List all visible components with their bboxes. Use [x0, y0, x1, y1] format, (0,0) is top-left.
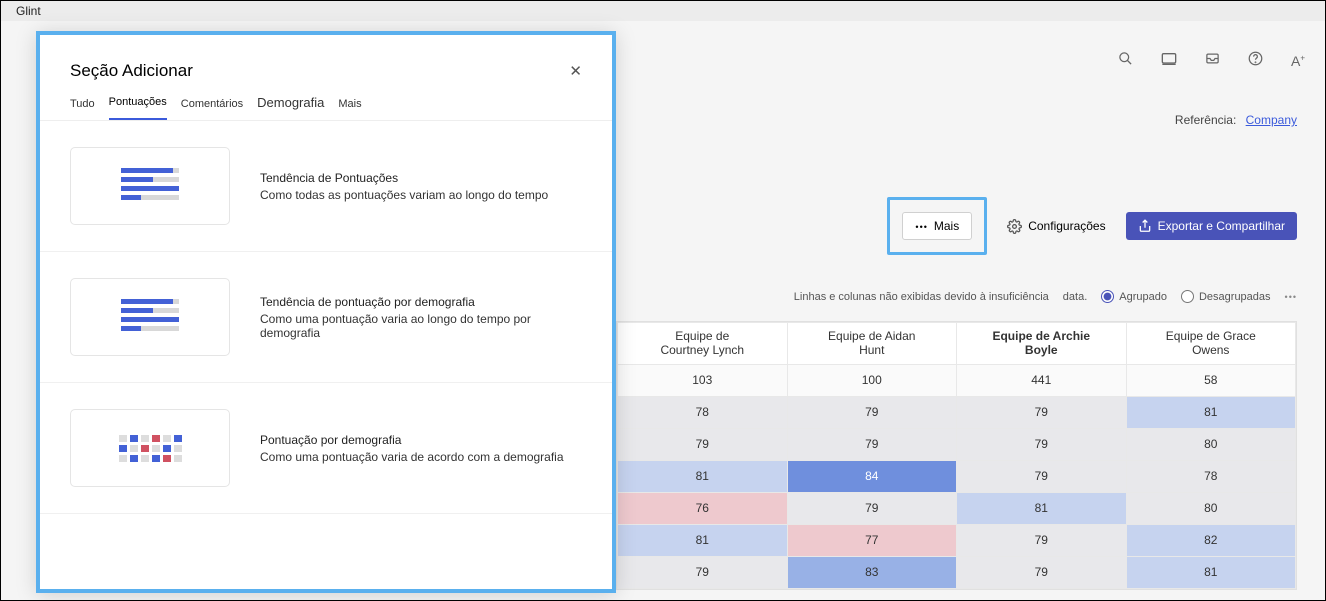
table-row: 78797981 — [618, 396, 1296, 428]
heatmap-cell[interactable]: 83 — [787, 556, 957, 588]
presentation-icon[interactable] — [1161, 52, 1177, 70]
section-option-score-by-demo[interactable]: Pontuação por demografia Como uma pontua… — [40, 383, 612, 514]
section-title: Tendência de pontuação por demografia — [260, 295, 582, 309]
more-button[interactable]: Mais — [902, 212, 972, 240]
modal-tabs: Tudo Pontuações Comentários Demografia M… — [40, 95, 612, 121]
share-icon — [1138, 219, 1152, 233]
help-icon[interactable] — [1248, 51, 1263, 70]
heatmap-cell[interactable]: 79 — [787, 492, 957, 524]
add-section-modal: Seção Adicionar ✕ Tudo Pontuações Coment… — [36, 31, 616, 593]
modal-title: Seção Adicionar — [70, 61, 193, 81]
app-title-bar: Glint — [1, 1, 1325, 21]
heatmap-cell[interactable]: 441 — [957, 364, 1127, 396]
app-title: Glint — [16, 4, 41, 18]
ellipsis-icon — [915, 219, 927, 233]
table-note-left: Linhas e colunas não exibidas devido à i… — [794, 291, 1049, 303]
section-option-score-trend-demo[interactable]: Tendência de pontuação por demografia Co… — [40, 252, 612, 383]
inbox-icon[interactable] — [1205, 51, 1220, 70]
table-row: 79837981 — [618, 556, 1296, 588]
more-button-highlight: Mais — [887, 197, 987, 255]
heatmap-cell[interactable]: 81 — [957, 492, 1127, 524]
heatmap-cell[interactable]: 79 — [787, 396, 957, 428]
table-row: 10310044158 — [618, 364, 1296, 396]
heatmap-cell[interactable]: 79 — [957, 524, 1127, 556]
table-controls: Linhas e colunas não exibidas devido à i… — [794, 290, 1297, 303]
table-row: 79797980 — [618, 428, 1296, 460]
heatmap-cell[interactable]: 77 — [787, 524, 957, 556]
table-row: 81847978 — [618, 460, 1296, 492]
column-header[interactable]: Equipe deCourtney Lynch — [618, 323, 788, 365]
heatmap-cell[interactable]: 103 — [618, 364, 788, 396]
thumb-score-trend — [70, 147, 230, 225]
column-header[interactable]: Equipe de ArchieBoyle — [957, 323, 1127, 365]
column-header[interactable]: Equipe de GraceOwens — [1126, 323, 1296, 365]
heatmap-cell[interactable]: 81 — [618, 460, 788, 492]
table-row: 81777982 — [618, 524, 1296, 556]
heatmap-cell[interactable]: 79 — [618, 556, 788, 588]
close-button[interactable]: ✕ — [569, 62, 582, 80]
settings-button[interactable]: Configurações — [995, 213, 1117, 240]
grouping-radios: Agrupado Desagrupadas — [1101, 290, 1270, 303]
heatmap-cell[interactable]: 79 — [957, 460, 1127, 492]
section-title: Tendência de Pontuações — [260, 171, 548, 185]
heatmap-cell[interactable]: 58 — [1126, 364, 1296, 396]
section-option-score-trend[interactable]: Tendência de Pontuações Como todas as po… — [40, 121, 612, 252]
tab-demography[interactable]: Demografia — [257, 95, 324, 120]
heatmap-cell[interactable]: 79 — [957, 428, 1127, 460]
table-row: 76798180 — [618, 492, 1296, 524]
radio-grouped[interactable]: Agrupado — [1101, 290, 1167, 303]
reference-label: Referência: — [1175, 113, 1236, 127]
heatmap-cell[interactable]: 81 — [1126, 556, 1296, 588]
thumb-score-trend-demo — [70, 278, 230, 356]
thumb-score-by-demo — [70, 409, 230, 487]
search-icon[interactable] — [1118, 51, 1133, 70]
heatmap-cell[interactable]: 78 — [618, 396, 788, 428]
font-size-icon[interactable]: A+ — [1291, 53, 1305, 69]
tab-all[interactable]: Tudo — [70, 98, 95, 120]
heatmap-cell[interactable]: 81 — [1126, 396, 1296, 428]
tab-comments[interactable]: Comentários — [181, 98, 243, 120]
heatmap-cell[interactable]: 84 — [787, 460, 957, 492]
heatmap-cell[interactable]: 82 — [1126, 524, 1296, 556]
gear-icon — [1007, 219, 1022, 234]
column-header[interactable]: Equipe de AidanHunt — [787, 323, 957, 365]
tab-more[interactable]: Mais — [338, 98, 361, 120]
heatmap-cell[interactable]: 79 — [618, 428, 788, 460]
section-title: Pontuação por demografia — [260, 433, 564, 447]
heatmap-cell[interactable]: 79 — [787, 428, 957, 460]
report-toolbar: Mais Configurações Exportar e Compartilh… — [887, 197, 1297, 255]
radio-ungrouped[interactable]: Desagrupadas — [1181, 290, 1271, 303]
modal-header: Seção Adicionar ✕ — [40, 35, 612, 95]
table-more-icon[interactable] — [1285, 291, 1297, 303]
export-share-button[interactable]: Exportar e Compartilhar — [1126, 212, 1297, 240]
heatmap-cell[interactable]: 80 — [1126, 492, 1296, 524]
reference-link[interactable]: Company — [1246, 113, 1297, 127]
tab-scores[interactable]: Pontuações — [109, 96, 167, 120]
heatmap-cell[interactable]: 100 — [787, 364, 957, 396]
reference-line: Referência: Company — [1175, 113, 1297, 127]
heatmap-table: Equipe deCourtney LynchEquipe de AidanHu… — [616, 321, 1297, 590]
table-note-right: data. — [1063, 291, 1087, 303]
header-icon-bar: A+ — [1118, 51, 1305, 70]
section-subtitle: Como todas as pontuações variam ao longo… — [260, 188, 548, 202]
heatmap-cell[interactable]: 79 — [957, 396, 1127, 428]
modal-body: Tendência de Pontuações Como todas as po… — [40, 121, 612, 514]
heatmap-cell[interactable]: 78 — [1126, 460, 1296, 492]
heatmap-cell[interactable]: 76 — [618, 492, 788, 524]
heatmap-cell[interactable]: 80 — [1126, 428, 1296, 460]
section-subtitle: Como uma pontuação varia de acordo com a… — [260, 450, 564, 464]
heatmap-cell[interactable]: 81 — [618, 524, 788, 556]
heatmap-cell[interactable]: 79 — [957, 556, 1127, 588]
section-subtitle: Como uma pontuação varia ao longo do tem… — [260, 312, 582, 340]
